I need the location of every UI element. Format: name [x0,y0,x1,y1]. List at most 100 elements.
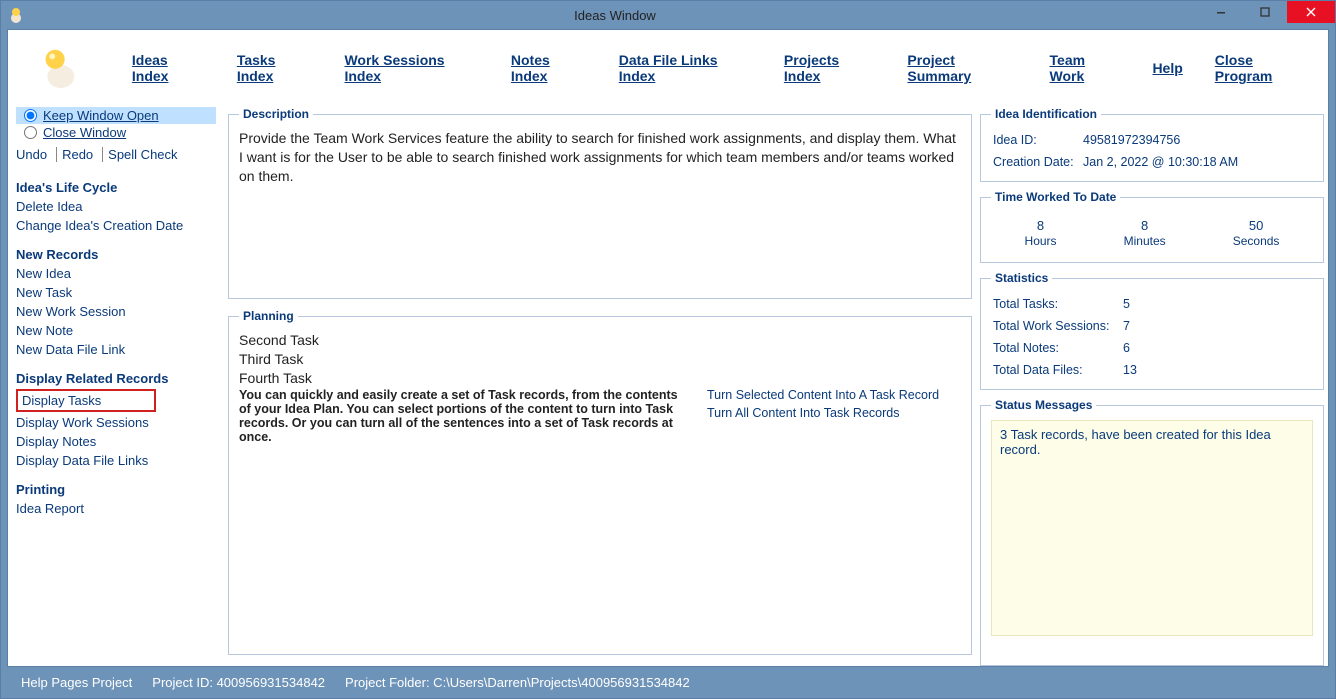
statistics-legend: Statistics [991,271,1052,285]
undo-action[interactable]: Undo [16,147,52,162]
new-idea[interactable]: New Idea [16,264,216,283]
stat-notes-label: Total Notes: [993,341,1123,355]
planning-line: Fourth Task [239,369,961,388]
seconds-cell: 50 Seconds [1233,218,1280,248]
right-column: Idea Identification Idea ID: 49581972394… [980,107,1324,666]
mini-actions: Undo Redo Spell Check [16,141,216,168]
seconds-value: 50 [1233,218,1280,233]
planning-hint: You can quickly and easily create a set … [239,388,679,444]
description-fieldset: Description Provide the Team Work Servic… [228,107,972,299]
life-cycle-head: Idea's Life Cycle [16,178,216,197]
planning-legend: Planning [239,309,298,323]
body-row: Keep Window Open Close Window Undo Redo … [8,107,1328,666]
minutes-label: Minutes [1124,234,1166,248]
idea-id-label: Idea ID: [993,133,1083,147]
menu-data-file-links-index[interactable]: Data File Links Index [619,52,752,84]
hours-cell: 8 Hours [1025,218,1057,248]
radio-close-window-label: Close Window [43,125,126,140]
menu-ideas-index[interactable]: Ideas Index [132,52,205,84]
description-legend: Description [239,107,313,121]
menu-help[interactable]: Help [1152,60,1182,76]
radio-close-window-input[interactable] [24,126,37,139]
stat-notes-value: 6 [1123,341,1130,355]
new-task[interactable]: New Task [16,283,216,302]
new-data-file-link[interactable]: New Data File Link [16,340,216,359]
new-note[interactable]: New Note [16,321,216,340]
display-work-sessions[interactable]: Display Work Sessions [16,413,216,432]
section-printing: Printing Idea Report [16,480,216,518]
seconds-label: Seconds [1233,234,1280,248]
minimize-button[interactable] [1199,1,1243,23]
turn-selected-into-task[interactable]: Turn Selected Content Into A Task Record [707,388,939,402]
spell-check-action[interactable]: Spell Check [102,147,182,162]
display-related-head: Display Related Records [16,369,216,388]
maximize-button[interactable] [1243,1,1287,23]
radio-close-window[interactable]: Close Window [16,124,216,141]
sidebar: Keep Window Open Close Window Undo Redo … [12,107,220,666]
window-title: Ideas Window [31,8,1199,23]
menu-close-program[interactable]: Close Program [1215,52,1310,84]
minutes-value: 8 [1124,218,1166,233]
new-records-head: New Records [16,245,216,264]
stat-files-value: 13 [1123,363,1137,377]
stat-work-sessions: Total Work Sessions: 7 [991,315,1313,337]
menu-tasks-index[interactable]: Tasks Index [237,52,313,84]
radio-keep-window-open-label: Keep Window Open [43,108,159,123]
creation-date-row: Creation Date: Jan 2, 2022 @ 10:30:18 AM [991,151,1313,173]
stat-tasks-value: 5 [1123,297,1130,311]
planning-fieldset: Planning Second Task Third Task Fourth T… [228,309,972,655]
menu-notes-index[interactable]: Notes Index [511,52,587,84]
stat-ws-value: 7 [1123,319,1130,333]
statusbar: Help Pages Project Project ID: 400956931… [7,670,1329,694]
window-controls [1199,1,1335,29]
section-display-related: Display Related Records Display Tasks Di… [16,369,216,470]
time-row: 8 Hours 8 Minutes 50 Seconds [991,212,1313,254]
new-work-session[interactable]: New Work Session [16,302,216,321]
radio-keep-window-open-input[interactable] [24,109,37,122]
idea-identification-legend: Idea Identification [991,107,1101,121]
planning-line: Third Task [239,350,961,369]
status-message-text: 3 Task records, have been created for th… [991,420,1313,636]
menubar: Ideas Index Tasks Index Work Sessions In… [8,30,1328,107]
hours-value: 8 [1025,218,1057,233]
menu-team-work[interactable]: Team Work [1050,52,1121,84]
delete-idea[interactable]: Delete Idea [16,197,216,216]
app-window: Ideas Window Ideas Index [0,0,1336,699]
menu-projects-index[interactable]: Projects Index [784,52,876,84]
display-data-file-links[interactable]: Display Data File Links [16,451,216,470]
planning-bottom: You can quickly and easily create a set … [239,388,961,444]
printing-head: Printing [16,480,216,499]
idea-report[interactable]: Idea Report [16,499,216,518]
titlebar: Ideas Window [1,1,1335,29]
menu-work-sessions-index[interactable]: Work Sessions Index [344,52,478,84]
app-icon [7,6,25,24]
display-tasks[interactable]: Display Tasks [16,389,156,412]
creation-date-value: Jan 2, 2022 @ 10:30:18 AM [1083,155,1238,169]
description-text[interactable]: Provide the Team Work Services feature t… [239,129,961,186]
status-project-id: Project ID: 400956931534842 [152,675,325,690]
radio-keep-window-open[interactable]: Keep Window Open [16,107,216,124]
stat-files-label: Total Data Files: [993,363,1123,377]
statistics-fieldset: Statistics Total Tasks: 5 Total Work Ses… [980,271,1324,390]
logo-icon [36,44,82,92]
client-area: Ideas Index Tasks Index Work Sessions In… [7,29,1329,667]
idea-id-value: 49581972394756 [1083,133,1180,147]
redo-action[interactable]: Redo [56,147,98,162]
section-new-records: New Records New Idea New Task New Work S… [16,245,216,359]
change-creation-date[interactable]: Change Idea's Creation Date [16,216,216,235]
stat-data-files: Total Data Files: 13 [991,359,1313,381]
idea-identification-fieldset: Idea Identification Idea ID: 49581972394… [980,107,1324,182]
time-worked-fieldset: Time Worked To Date 8 Hours 8 Minutes 50 [980,190,1324,263]
planning-text[interactable]: Second Task Third Task Fourth Task [239,331,961,388]
display-notes[interactable]: Display Notes [16,432,216,451]
creation-date-label: Creation Date: [993,155,1083,169]
status-messages-legend: Status Messages [991,398,1096,412]
turn-all-into-tasks[interactable]: Turn All Content Into Task Records [707,406,939,420]
stat-ws-label: Total Work Sessions: [993,319,1123,333]
close-button[interactable] [1287,1,1335,23]
menu-project-summary[interactable]: Project Summary [907,52,1017,84]
stat-tasks: Total Tasks: 5 [991,293,1313,315]
status-messages-fieldset: Status Messages 3 Task records, have bee… [980,398,1324,666]
planning-links: Turn Selected Content Into A Task Record… [707,388,939,420]
time-worked-legend: Time Worked To Date [991,190,1120,204]
